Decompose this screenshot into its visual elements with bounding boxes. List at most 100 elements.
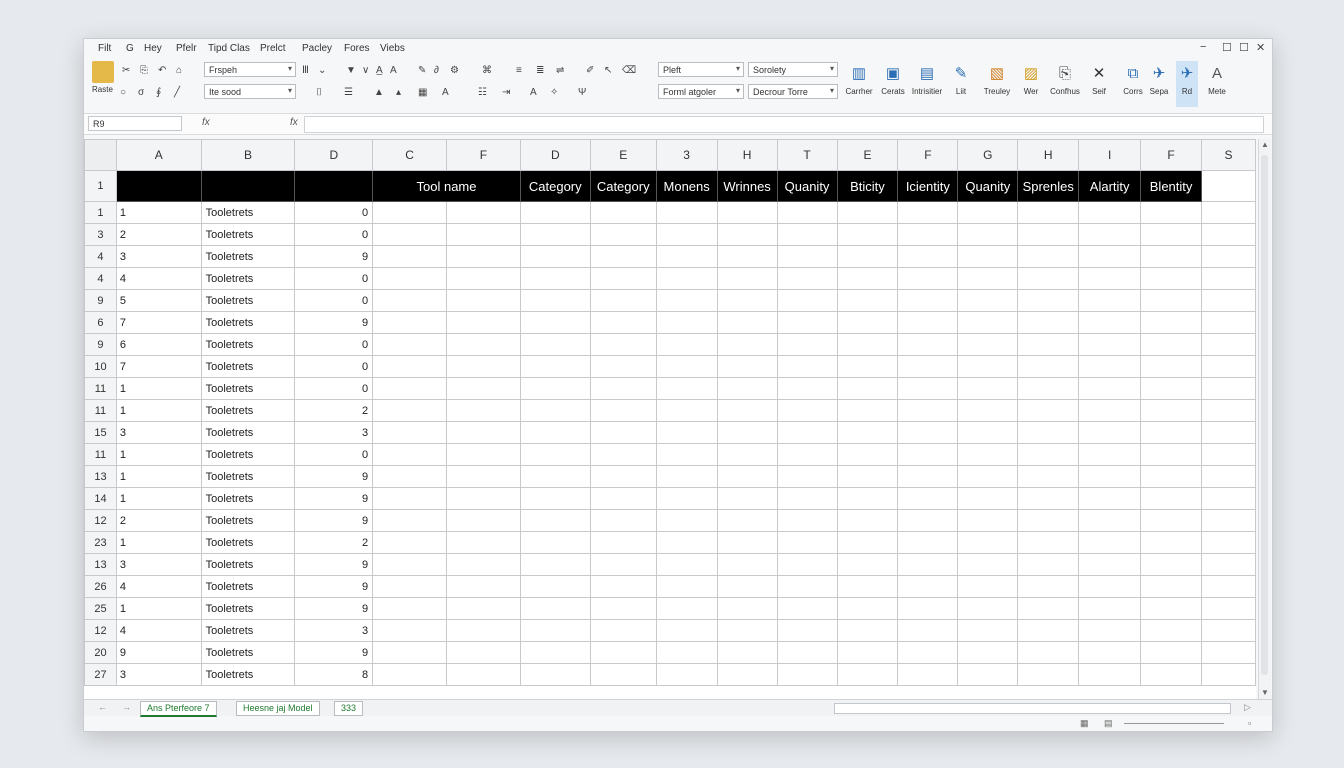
- empty-cell[interactable]: [519, 509, 591, 532]
- align-left-icon[interactable]: ≡: [516, 63, 522, 77]
- create-tool-button[interactable]: ▣ Cerats: [876, 61, 910, 107]
- empty-cell[interactable]: [1017, 487, 1080, 510]
- empty-cell[interactable]: [836, 421, 899, 444]
- empty-cell[interactable]: [655, 223, 718, 246]
- select-all-corner[interactable]: [84, 139, 117, 171]
- empty-cell[interactable]: [655, 377, 718, 400]
- empty-cell[interactable]: [897, 289, 959, 312]
- paste-icon[interactable]: [92, 61, 114, 83]
- empty-cell[interactable]: [519, 223, 591, 246]
- empty-cell[interactable]: [716, 223, 778, 246]
- column-header[interactable]: B: [200, 139, 296, 171]
- empty-cell[interactable]: [446, 333, 521, 356]
- empty-cell[interactable]: [957, 465, 1019, 488]
- empty-cell[interactable]: [1017, 443, 1080, 466]
- empty-cell[interactable]: [836, 487, 899, 510]
- empty-cell[interactable]: [1201, 575, 1256, 598]
- zoom-slider[interactable]: [1124, 723, 1224, 724]
- empty-cell[interactable]: [372, 267, 447, 290]
- pointer-icon[interactable]: ↖: [604, 63, 612, 77]
- empty-cell[interactable]: [655, 641, 718, 664]
- empty-cell[interactable]: [897, 465, 959, 488]
- empty-cell[interactable]: [446, 553, 521, 576]
- empty-cell[interactable]: [1140, 465, 1203, 488]
- self-tool-button[interactable]: ✕ Seif: [1082, 61, 1116, 107]
- empty-cell[interactable]: [1078, 443, 1142, 466]
- empty-cell[interactable]: [372, 619, 447, 642]
- cell-b[interactable]: Tooletrets: [200, 267, 296, 290]
- rd-tool-button[interactable]: ✈ Rd: [1176, 61, 1198, 107]
- wrap-text-icon[interactable]: ⇌: [556, 63, 564, 77]
- cell-a[interactable]: 2: [115, 509, 202, 532]
- cell-a[interactable]: 3: [115, 553, 202, 576]
- empty-cell[interactable]: [957, 553, 1019, 576]
- scrollbar-thumb[interactable]: [1261, 155, 1268, 675]
- empty-cell[interactable]: [1017, 333, 1080, 356]
- empty-cell[interactable]: [1017, 641, 1080, 664]
- empty-cell[interactable]: [372, 443, 447, 466]
- empty-cell[interactable]: [1078, 465, 1142, 488]
- grid-icon[interactable]: ▦: [418, 85, 427, 99]
- cell-a[interactable]: 3: [115, 663, 202, 686]
- wand-icon[interactable]: ✧: [550, 85, 558, 99]
- empty-cell[interactable]: [716, 245, 778, 268]
- empty-cell[interactable]: [897, 509, 959, 532]
- undo-icon[interactable]: ↶: [158, 63, 166, 77]
- cell-b[interactable]: Tooletrets: [200, 443, 296, 466]
- empty-cell[interactable]: [1201, 399, 1256, 422]
- cell-a[interactable]: 1: [115, 443, 202, 466]
- empty-cell[interactable]: [589, 421, 657, 444]
- empty-cell[interactable]: [655, 509, 718, 532]
- empty-cell[interactable]: [655, 245, 718, 268]
- empty-cell[interactable]: [372, 399, 447, 422]
- format-table-button[interactable]: Decrour Torre ▾: [748, 84, 838, 99]
- row-header[interactable]: 11: [84, 377, 117, 400]
- cell-b[interactable]: Tooletrets: [200, 465, 296, 488]
- column-header[interactable]: T: [776, 139, 838, 171]
- empty-cell[interactable]: [897, 267, 959, 290]
- empty-cell[interactable]: [957, 487, 1019, 510]
- confhus-tool-button[interactable]: ⎘ Confhus: [1048, 61, 1082, 107]
- empty-cell[interactable]: [836, 289, 899, 312]
- empty-cell[interactable]: [897, 487, 959, 510]
- row-header[interactable]: 23: [84, 531, 117, 554]
- empty-cell[interactable]: [519, 201, 591, 224]
- empty-cell[interactable]: [836, 509, 899, 532]
- empty-cell[interactable]: [1201, 201, 1256, 224]
- empty-cell[interactable]: [1078, 289, 1142, 312]
- empty-cell[interactable]: [1201, 487, 1256, 510]
- cell-style-select[interactable]: Pleft ▾: [658, 62, 744, 77]
- empty-cell[interactable]: [897, 553, 959, 576]
- empty-cell[interactable]: [519, 267, 591, 290]
- empty-cell[interactable]: [1140, 663, 1203, 686]
- empty-cell[interactable]: [372, 223, 447, 246]
- empty-cell[interactable]: [372, 641, 447, 664]
- minimize-icon[interactable]: −: [1200, 41, 1206, 53]
- column-header[interactable]: F: [1140, 139, 1203, 171]
- row-header[interactable]: 4: [84, 267, 117, 290]
- empty-cell[interactable]: [776, 377, 838, 400]
- header-cell[interactable]: Alartity: [1078, 170, 1142, 202]
- prev-sheet-icon[interactable]: ←: [98, 702, 107, 712]
- empty-cell[interactable]: [1140, 267, 1203, 290]
- header-cell[interactable]: [1201, 170, 1256, 202]
- row-header[interactable]: 15: [84, 421, 117, 444]
- column-header[interactable]: G: [957, 139, 1019, 171]
- empty-cell[interactable]: [957, 443, 1019, 466]
- empty-cell[interactable]: [776, 311, 838, 334]
- empty-cell[interactable]: [1201, 421, 1256, 444]
- vertical-scrollbar[interactable]: ▲ ▼: [1258, 139, 1271, 699]
- empty-cell[interactable]: [655, 575, 718, 598]
- empty-cell[interactable]: [589, 465, 657, 488]
- empty-cell[interactable]: [1078, 201, 1142, 224]
- empty-cell[interactable]: [589, 355, 657, 378]
- empty-cell[interactable]: [776, 333, 838, 356]
- text-color-icon[interactable]: A: [442, 85, 449, 99]
- empty-cell[interactable]: [897, 597, 959, 620]
- empty-cell[interactable]: [372, 487, 447, 510]
- empty-cell[interactable]: [655, 421, 718, 444]
- empty-cell[interactable]: [957, 245, 1019, 268]
- cell-d[interactable]: 8: [294, 663, 374, 686]
- empty-cell[interactable]: [519, 333, 591, 356]
- cell-d[interactable]: 9: [294, 509, 374, 532]
